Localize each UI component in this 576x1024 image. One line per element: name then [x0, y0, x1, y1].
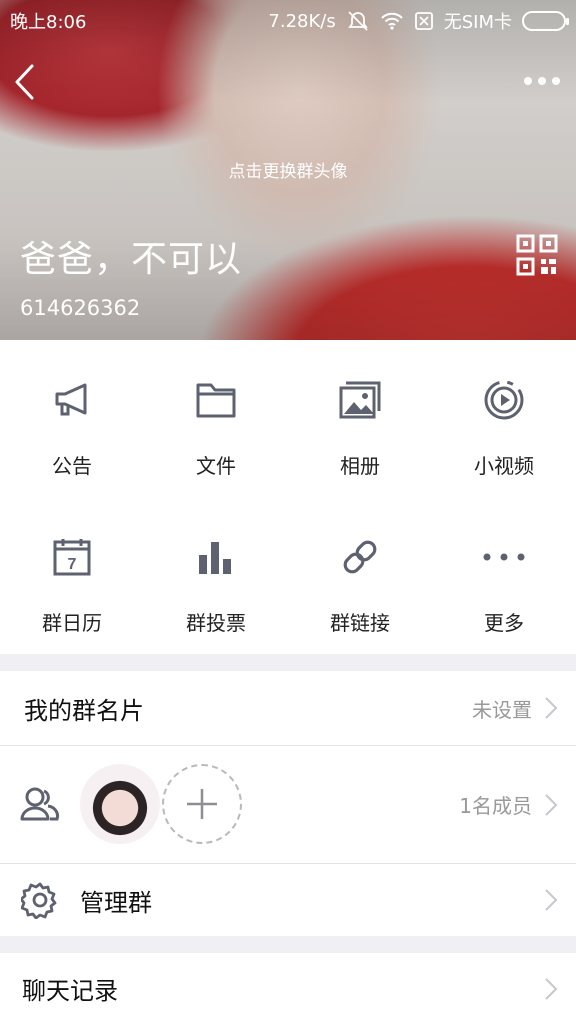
group-header[interactable]: 晚上8:06 7.28K/s 无SIM卡 点击更换群头像 爸爸，不可以 6146… — [0, 0, 576, 340]
feature-label: 公告 — [52, 454, 92, 478]
qr-code-icon — [516, 234, 558, 276]
calendar-day: 7 — [68, 556, 77, 573]
gear-icon — [19, 881, 59, 923]
more-options-button[interactable] — [522, 66, 562, 96]
feature-more[interactable]: 更多 — [432, 497, 576, 654]
link-icon — [336, 533, 384, 581]
status-time: 晚上8:06 — [10, 12, 87, 33]
row-value: 未设置 — [472, 697, 532, 722]
row-title: 聊天记录 — [22, 977, 118, 1005]
feature-label: 小视频 — [474, 454, 534, 478]
member-count: 1名成员 — [459, 794, 532, 818]
row-title: 我的群名片 — [24, 696, 144, 725]
photo-album-icon — [336, 376, 384, 424]
row-title: 管理群 — [80, 888, 152, 917]
add-member-button[interactable] — [162, 764, 242, 844]
feature-label: 相册 — [340, 454, 380, 478]
feature-group-vote[interactable]: 群投票 — [144, 497, 288, 654]
chevron-right-icon — [544, 977, 558, 1001]
feature-label: 群日历 — [42, 611, 102, 635]
feature-grid: 公告 文件 相册 小视频 7 群日历 群投票 群链接 更多 — [0, 340, 576, 654]
group-name[interactable]: 爸爸，不可以 — [20, 230, 242, 282]
calendar-icon: 7 — [48, 533, 96, 581]
manage-group-row[interactable]: 管理群 — [0, 864, 576, 936]
more-dots-icon — [524, 77, 560, 85]
feature-group-link[interactable]: 群链接 — [288, 497, 432, 654]
chevron-right-icon — [544, 888, 558, 912]
bar-chart-icon — [192, 533, 240, 581]
megaphone-icon — [48, 376, 96, 424]
feature-album[interactable]: 相册 — [288, 340, 432, 497]
back-arrow-icon — [15, 64, 34, 100]
member-avatar[interactable] — [80, 764, 160, 844]
more-dots-icon — [480, 533, 528, 581]
sim-icon — [414, 11, 434, 31]
feature-announcement[interactable]: 公告 — [0, 340, 144, 497]
feature-label: 文件 — [196, 454, 236, 478]
feature-group-calendar[interactable]: 7 群日历 — [0, 497, 144, 654]
chevron-right-icon — [544, 793, 558, 817]
feature-short-video[interactable]: 小视频 — [432, 340, 576, 497]
chat-history-row[interactable]: 聊天记录 — [0, 953, 576, 1024]
status-bar: 晚上8:06 7.28K/s 无SIM卡 — [0, 0, 576, 42]
wifi-icon — [380, 11, 404, 31]
feature-label: 更多 — [484, 611, 524, 635]
folder-icon — [192, 376, 240, 424]
chevron-right-icon — [544, 696, 558, 720]
battery-icon — [522, 11, 569, 31]
qr-code-button[interactable] — [516, 234, 558, 276]
my-group-card-row[interactable]: 我的群名片 未设置 — [0, 671, 576, 745]
sim-status: 无SIM卡 — [443, 12, 512, 33]
members-icon — [20, 786, 60, 826]
mute-icon — [346, 10, 370, 32]
feature-label: 群投票 — [186, 611, 246, 635]
video-play-icon — [480, 376, 528, 424]
feature-files[interactable]: 文件 — [144, 340, 288, 497]
change-avatar-hint[interactable]: 点击更换群头像 — [0, 157, 576, 182]
plus-icon — [187, 789, 217, 819]
back-button[interactable] — [12, 62, 42, 102]
group-id: 614626362 — [20, 296, 141, 320]
network-speed: 7.28K/s — [268, 10, 336, 32]
feature-label: 群链接 — [330, 611, 390, 635]
